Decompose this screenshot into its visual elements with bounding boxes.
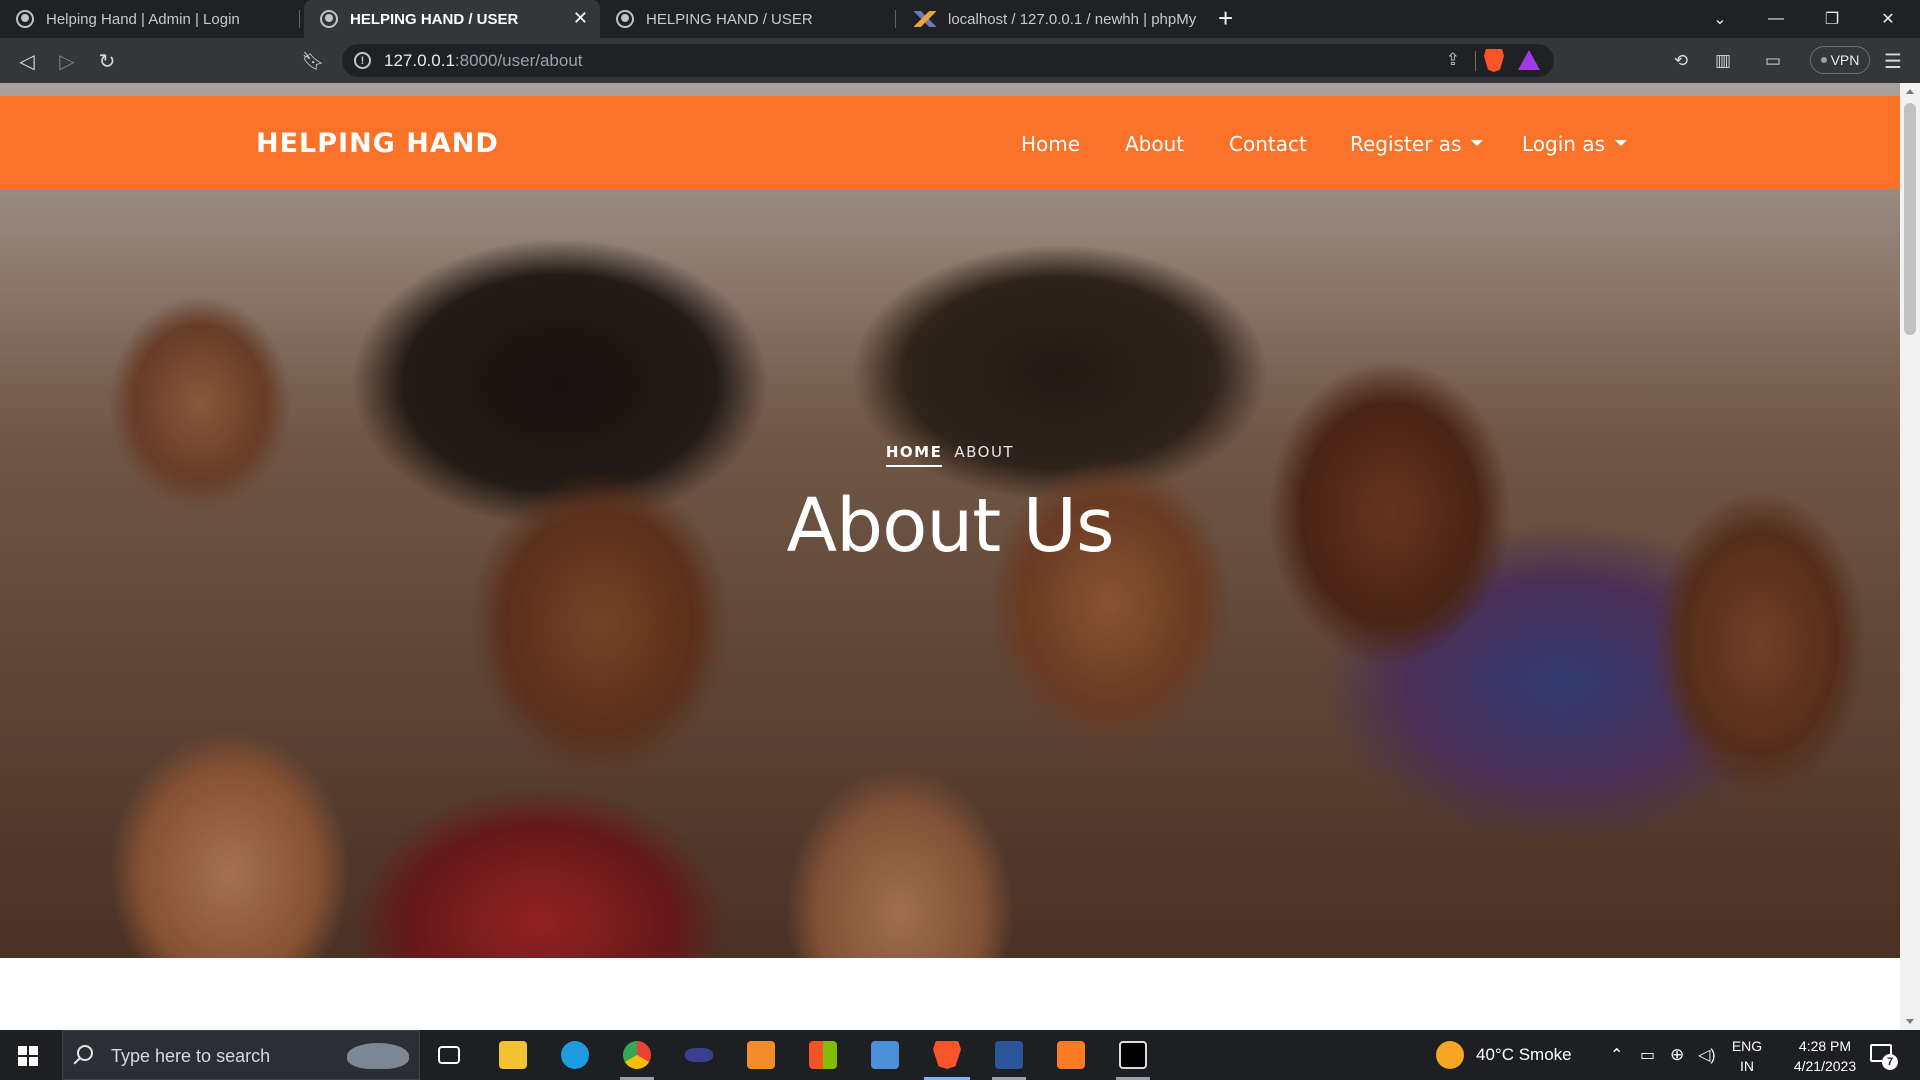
close-window-button[interactable]: ✕ [1860, 0, 1916, 38]
terminal-icon[interactable] [1116, 1038, 1150, 1080]
share-icon[interactable]: ⇪ [1446, 50, 1460, 70]
system-clock[interactable]: 4:28 PM 4/21/2023 [1770, 1036, 1880, 1076]
url-text[interactable]: 127.0.0.1:8000/user/about [384, 51, 583, 71]
address-bar[interactable]: ! 127.0.0.1:8000/user/about ⇪ [342, 44, 1554, 77]
phpmyadmin-icon [914, 11, 936, 27]
nav-about[interactable]: About [1125, 132, 1184, 156]
brave-rewards-icon[interactable] [1518, 50, 1540, 70]
tab-title: Helping Hand | Admin | Login [46, 10, 240, 28]
site-logo[interactable]: HELPING HAND [256, 128, 499, 159]
sidebar-toggle-icon[interactable]: ▥ [1710, 48, 1736, 74]
minimize-button[interactable]: — [1748, 0, 1804, 38]
url-host: 127.0.0.1 [384, 51, 455, 70]
scroll-up-arrow-icon[interactable] [1906, 89, 1914, 94]
search-highlight-image [347, 1043, 409, 1069]
scrollbar-thumb[interactable] [1904, 103, 1916, 335]
menu-icon[interactable]: ☰ [1880, 48, 1906, 74]
breadcrumb-current: ABOUT [954, 443, 1015, 461]
sun-haze-icon [1436, 1041, 1464, 1069]
clock-time: 4:28 PM [1798, 1038, 1852, 1054]
back-arrow-icon[interactable]: ◁ [14, 48, 40, 74]
infinity-app-icon[interactable] [682, 1038, 716, 1072]
nav-home[interactable]: Home [1021, 132, 1080, 156]
file-explorer-icon[interactable] [496, 1038, 530, 1072]
xampp-icon[interactable] [1054, 1038, 1088, 1072]
browser-tab-strip: Helping Hand | Admin | Login HELPING HAN… [0, 0, 1920, 38]
clock-date: 4/21/2023 [1793, 1058, 1857, 1074]
globe-icon [320, 10, 338, 28]
chrome-icon[interactable] [620, 1038, 654, 1080]
nav-register-dropdown[interactable]: Register as [1350, 132, 1484, 156]
nav-login-label: Login as [1522, 132, 1605, 156]
task-view-icon[interactable] [432, 1038, 466, 1072]
divider [1475, 51, 1476, 71]
globe-icon [16, 10, 34, 28]
weather-widget[interactable]: 40°C Smoke [1436, 1030, 1572, 1080]
search-placeholder: Type here to search [111, 1046, 271, 1066]
caret-down-icon [1615, 139, 1627, 146]
edge-icon[interactable] [558, 1038, 592, 1072]
tab-phpmyadmin[interactable]: localhost / 127.0.0.1 / newhh | phpMy [898, 0, 1200, 38]
close-tab-icon[interactable]: ✕ [573, 8, 588, 29]
site-navbar: HELPING HAND Home About Contact Register… [0, 96, 1900, 189]
remote-desktop-icon[interactable] [868, 1038, 902, 1072]
network-globe-icon[interactable]: ⊕ [1670, 1030, 1684, 1080]
site-info-icon[interactable]: ! [354, 52, 371, 69]
tab-admin-login[interactable]: Helping Hand | Admin | Login [0, 0, 300, 38]
forward-arrow-icon[interactable]: ▷ [54, 48, 80, 74]
windows-taskbar: Type here to search 40°C Smoke ⌃ ▭ ⊕ ◁) … [0, 1030, 1920, 1080]
tab-separator [299, 10, 300, 28]
tab-title: HELPING HAND / USER [646, 10, 813, 28]
url-path: :8000/user/about [454, 51, 583, 70]
restore-button[interactable]: ❐ [1804, 0, 1860, 38]
weather-text: 40°C Smoke [1476, 1045, 1572, 1064]
microsoft-store-icon[interactable] [806, 1038, 840, 1072]
scroll-down-arrow-icon[interactable] [1906, 1019, 1914, 1024]
page-scrollbar[interactable] [1900, 83, 1920, 1030]
tab-title: localhost / 127.0.0.1 / newhh | phpMy [948, 10, 1197, 28]
hero-section: HELPING HAND Home About Contact Register… [0, 83, 1900, 958]
show-hidden-icons-chevron-icon[interactable]: ⌃ [1610, 1030, 1623, 1080]
taskbar-search-box[interactable]: Type here to search [62, 1030, 420, 1080]
page-title: About Us [786, 483, 1114, 569]
input-language[interactable]: ENG IN [1730, 1036, 1764, 1076]
bookmark-icon[interactable]: 🔖︎ [300, 48, 326, 74]
notification-count-badge: 7 [1882, 1054, 1898, 1070]
new-tab-button[interactable]: + [1218, 3, 1233, 34]
caret-down-icon [1471, 139, 1484, 146]
extensions-icon[interactable]: ⟲ [1668, 48, 1694, 74]
vpn-button[interactable]: VPN [1810, 46, 1870, 74]
sublime-text-icon[interactable] [744, 1038, 778, 1072]
lang-region: IN [1740, 1058, 1754, 1074]
brave-shields-icon[interactable] [1484, 49, 1504, 72]
page-viewport: HELPING HAND Home About Contact Register… [0, 83, 1900, 1030]
nav-contact[interactable]: Contact [1229, 132, 1307, 156]
breadcrumb: HOME ABOUT [0, 443, 1900, 467]
brave-browser-icon[interactable] [924, 1038, 970, 1080]
reload-icon[interactable]: ↻ [94, 48, 120, 74]
tab-helping-hand-user-active[interactable]: HELPING HAND / USER ✕ [304, 0, 600, 38]
word-icon[interactable] [992, 1038, 1026, 1080]
globe-icon [616, 10, 634, 28]
lang-code: ENG [1731, 1038, 1763, 1054]
tab-search-chevron-icon[interactable]: ⌄ [1692, 0, 1748, 38]
tab-title: HELPING HAND / USER [350, 10, 519, 28]
windows-start-icon[interactable] [18, 1046, 38, 1066]
nav-login-dropdown[interactable]: Login as [1522, 132, 1627, 156]
browser-toolbar: ◁ ▷ ↻ 🔖︎ ! 127.0.0.1:8000/user/about ⇪ ⟲… [0, 38, 1920, 83]
tab-separator [895, 10, 896, 28]
volume-icon[interactable]: ◁) [1698, 1030, 1716, 1080]
breadcrumb-home-link[interactable]: HOME [885, 443, 943, 467]
nav-register-label: Register as [1350, 132, 1462, 156]
wallet-icon[interactable]: ▭ [1760, 48, 1786, 74]
battery-icon[interactable]: ▭ [1640, 1030, 1655, 1080]
tab-helping-hand-user[interactable]: HELPING HAND / USER [600, 0, 896, 38]
search-icon [77, 1045, 93, 1061]
